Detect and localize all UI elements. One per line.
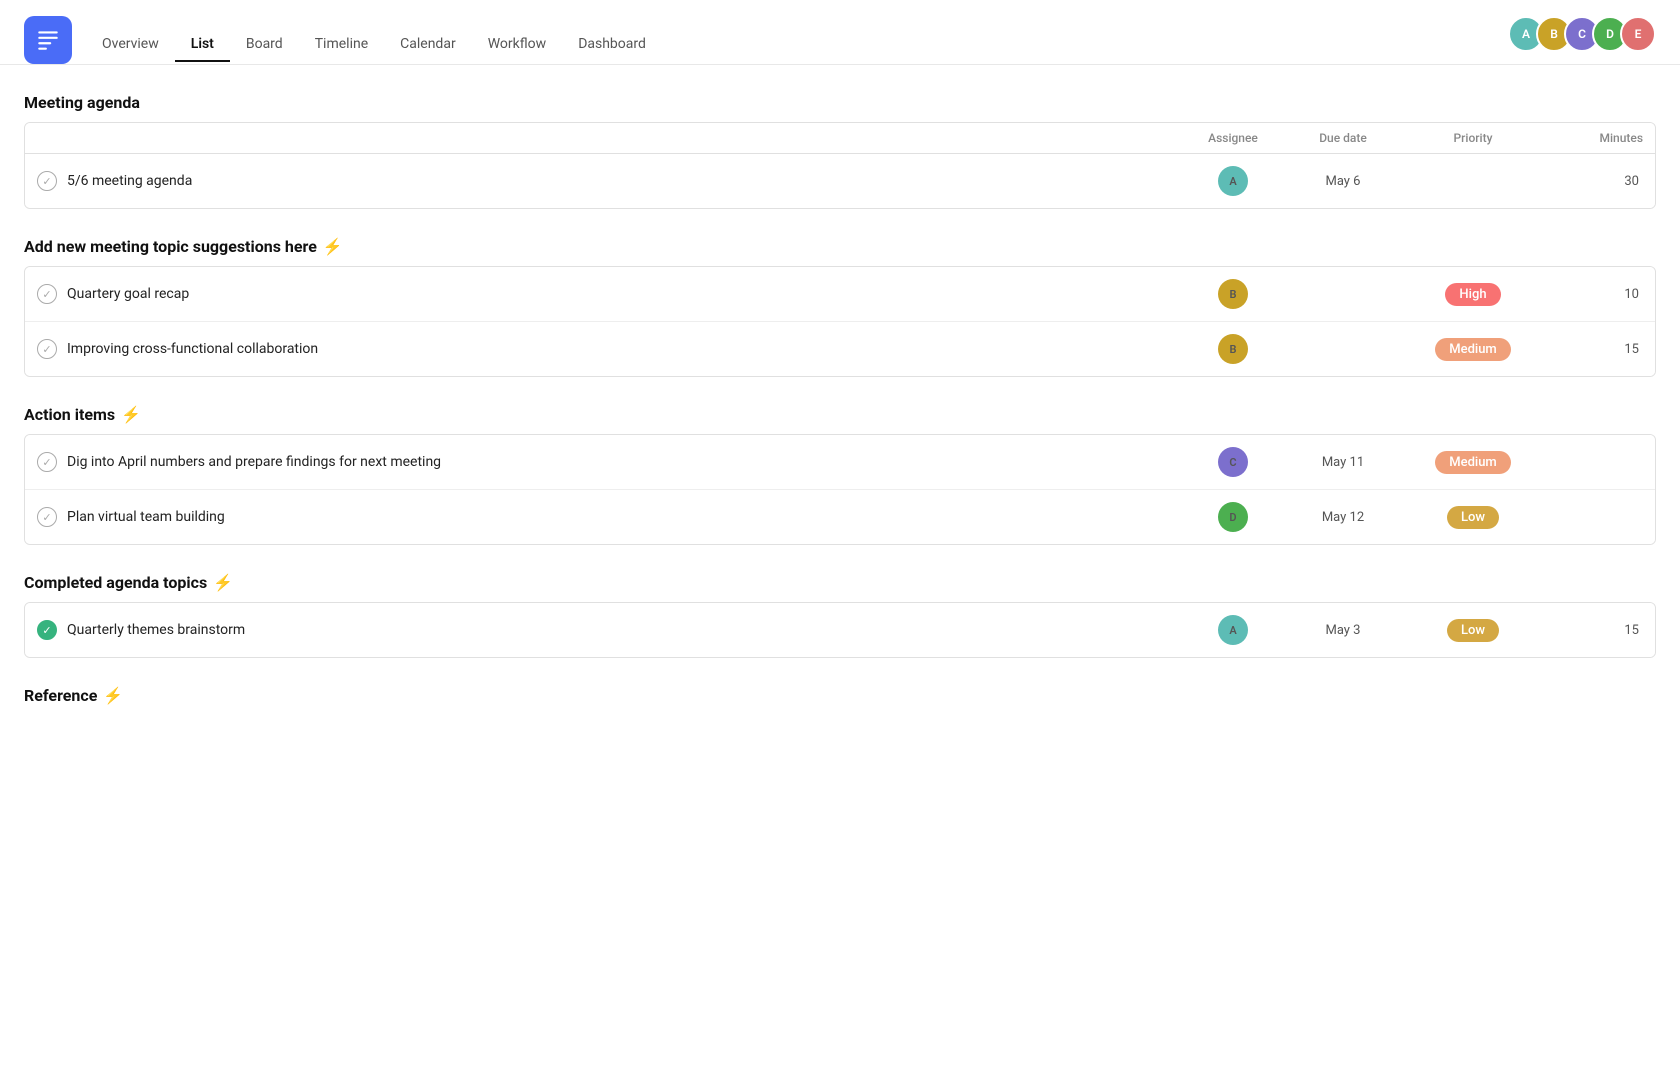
avatar: A [1218, 615, 1248, 645]
due-date: May 11 [1283, 455, 1403, 470]
section-title-new-topics: Add new meeting topic suggestions here ⚡ [24, 237, 1656, 256]
lightning-icon: ⚡ [121, 405, 141, 424]
tab-list[interactable]: List [175, 28, 230, 62]
task-row[interactable]: ✓ 5/6 meeting agenda A May 6 30 [25, 154, 1655, 208]
lightning-icon: ⚡ [323, 237, 343, 256]
task-name-cell: ✓ Quarterly themes brainstorm [37, 620, 1183, 640]
priority-cell: Medium [1403, 451, 1543, 474]
minutes-cell: 15 [1543, 623, 1643, 638]
tab-timeline[interactable]: Timeline [299, 28, 384, 62]
table-header: AssigneeDue datePriorityMinutes [25, 123, 1655, 154]
priority-cell: Low [1403, 506, 1543, 529]
due-date: May 12 [1283, 510, 1403, 525]
task-row[interactable]: ✓ Quartery goal recap B High 10 [25, 267, 1655, 322]
task-name: Improving cross-functional collaboration [67, 341, 318, 357]
task-name: 5/6 meeting agenda [67, 173, 192, 189]
task-table-meeting-agenda: AssigneeDue datePriorityMinutes ✓ 5/6 meet… [24, 122, 1656, 209]
priority-badge: Low [1447, 619, 1499, 642]
task-row[interactable]: ✓ Quarterly themes brainstorm A May 3 Low 15 [25, 603, 1655, 657]
header-title-area: OverviewListBoardTimelineCalendarWorkflo… [86, 20, 662, 61]
assignee-cell: A [1183, 615, 1283, 645]
priority-cell: Medium [1403, 338, 1543, 361]
priority-badge: Low [1447, 506, 1499, 529]
task-table-completed-topics: ✓ Quarterly themes brainstorm A May 3 Low 15 [24, 602, 1656, 658]
nav-tabs: OverviewListBoardTimelineCalendarWorkflo… [86, 28, 662, 61]
section-title-reference: Reference ⚡ [24, 686, 1656, 705]
section-action-items: Action items ⚡ ✓ Dig into April numbers an… [24, 405, 1656, 545]
col-header-4: Minutes [1543, 131, 1643, 145]
task-row[interactable]: ✓ Dig into April numbers and prepare find… [25, 435, 1655, 490]
avatar: A [1218, 166, 1248, 196]
header-avatars: ABCDE [1508, 16, 1656, 52]
task-row[interactable]: ✓ Plan virtual team building D May 12 Low [25, 490, 1655, 544]
section-new-topics: Add new meeting topic suggestions here ⚡… [24, 237, 1656, 377]
tab-workflow[interactable]: Workflow [472, 28, 563, 62]
task-name-cell: ✓ Plan virtual team building [37, 507, 1183, 527]
tab-overview[interactable]: Overview [86, 28, 175, 62]
assignee-cell: D [1183, 502, 1283, 532]
main-content: Meeting agenda AssigneeDue datePriorityMi… [0, 65, 1680, 761]
check-icon[interactable]: ✓ [37, 452, 57, 472]
avatar: C [1218, 447, 1248, 477]
col-header-2: Due date [1283, 131, 1403, 145]
check-icon[interactable]: ✓ [37, 171, 57, 191]
avatar: D [1218, 502, 1248, 532]
task-name: Quarterly themes brainstorm [67, 622, 245, 638]
priority-badge: Medium [1435, 451, 1511, 474]
task-name-cell: ✓ 5/6 meeting agenda [37, 171, 1183, 191]
priority-cell: Low [1403, 619, 1543, 642]
task-table-new-topics: ✓ Quartery goal recap B High 10 ✓ Improving cr… [24, 266, 1656, 377]
task-row[interactable]: ✓ Improving cross-functional collaboratio… [25, 322, 1655, 376]
tab-board[interactable]: Board [230, 28, 299, 62]
check-icon[interactable]: ✓ [37, 339, 57, 359]
check-icon[interactable]: ✓ [37, 620, 57, 640]
task-name: Quartery goal recap [67, 286, 189, 302]
due-date: May 6 [1283, 174, 1403, 189]
assignee-cell: A [1183, 166, 1283, 196]
app-icon [24, 16, 72, 64]
task-name-cell: ✓ Dig into April numbers and prepare find… [37, 452, 1183, 472]
minutes-cell: 30 [1543, 174, 1643, 189]
avatar: B [1218, 279, 1248, 309]
priority-cell: High [1403, 283, 1543, 306]
section-completed-topics: Completed agenda topics ⚡ ✓ Quarterly them… [24, 573, 1656, 658]
check-icon[interactable]: ✓ [37, 284, 57, 304]
avatar: B [1218, 334, 1248, 364]
section-meeting-agenda: Meeting agenda AssigneeDue datePriorityMi… [24, 93, 1656, 209]
task-name: Dig into April numbers and prepare findi… [67, 454, 441, 470]
assignee-cell: B [1183, 334, 1283, 364]
task-name-cell: ✓ Quartery goal recap [37, 284, 1183, 304]
due-date: May 3 [1283, 623, 1403, 638]
priority-badge: Medium [1435, 338, 1511, 361]
check-icon[interactable]: ✓ [37, 507, 57, 527]
col-header-3: Priority [1403, 131, 1543, 145]
section-reference: Reference ⚡ [24, 686, 1656, 705]
task-table-action-items: ✓ Dig into April numbers and prepare find… [24, 434, 1656, 545]
minutes-cell: 10 [1543, 287, 1643, 302]
assignee-cell: C [1183, 447, 1283, 477]
header: OverviewListBoardTimelineCalendarWorkflo… [0, 0, 1680, 65]
assignee-cell: B [1183, 279, 1283, 309]
section-title-action-items: Action items ⚡ [24, 405, 1656, 424]
col-header-0 [37, 131, 1183, 145]
section-title-completed-topics: Completed agenda topics ⚡ [24, 573, 1656, 592]
col-header-1: Assignee [1183, 131, 1283, 145]
section-title-meeting-agenda: Meeting agenda [24, 93, 1656, 112]
tab-dashboard[interactable]: Dashboard [562, 28, 662, 62]
lightning-icon: ⚡ [213, 573, 233, 592]
lightning-icon: ⚡ [103, 686, 123, 705]
priority-badge: High [1445, 283, 1500, 306]
task-name: Plan virtual team building [67, 509, 225, 525]
tab-calendar[interactable]: Calendar [384, 28, 472, 62]
minutes-cell: 15 [1543, 342, 1643, 357]
task-name-cell: ✓ Improving cross-functional collaboratio… [37, 339, 1183, 359]
header-avatar-4: E [1620, 16, 1656, 52]
